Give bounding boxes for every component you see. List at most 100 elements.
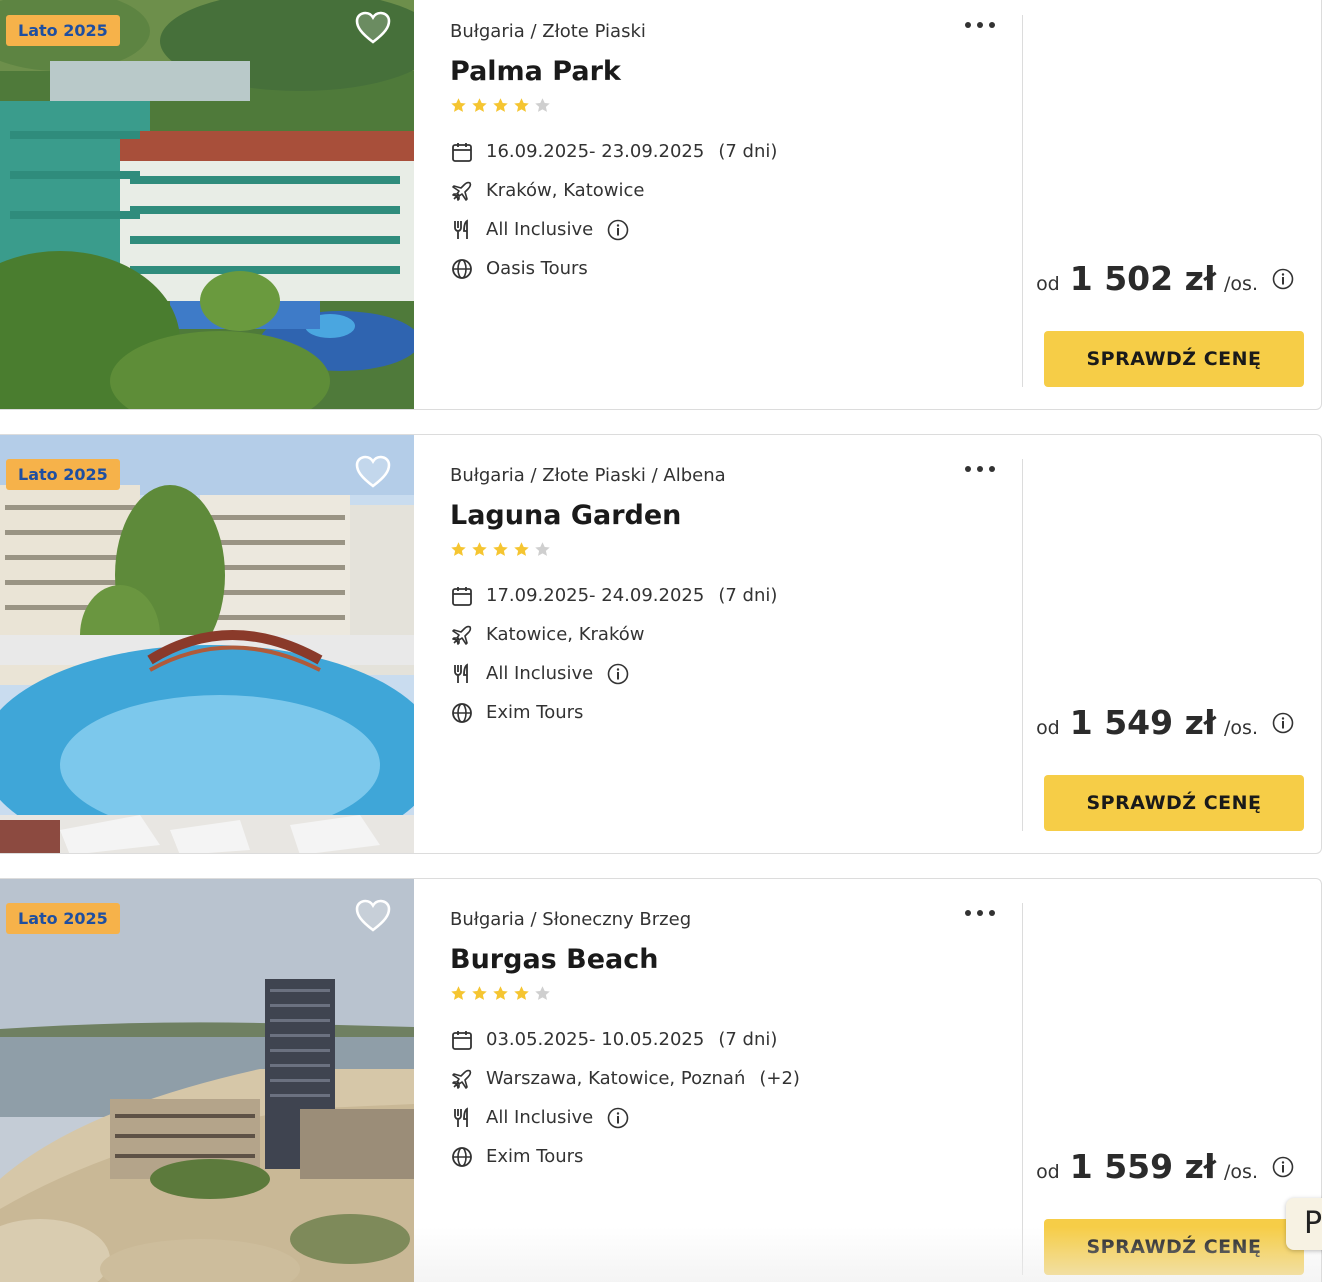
hotel-title[interactable]: Palma Park: [450, 56, 988, 87]
departures-more[interactable]: (+2): [759, 1068, 800, 1089]
board-row: All Inclusive: [450, 654, 988, 693]
hotel-aerial-photo: [0, 0, 414, 409]
star-icon: [535, 542, 550, 556]
hotel-photo[interactable]: Lato 2025: [0, 435, 414, 853]
info-icon[interactable]: [607, 1107, 629, 1129]
price-amount: 1 559 zł: [1069, 1147, 1217, 1186]
dates-text: 17.09.2025- 24.09.2025: [486, 585, 705, 606]
star-icon: [535, 986, 550, 1000]
price-suffix: /os.: [1224, 717, 1258, 739]
hotel-photo[interactable]: Lato 2025: [0, 0, 414, 409]
star-rating: [450, 97, 988, 114]
star-rating: [450, 985, 988, 1002]
star-icon: [451, 98, 466, 112]
operator-text: Exim Tours: [486, 1146, 584, 1167]
price-prefix: od: [1036, 717, 1060, 739]
price-amount: 1 502 zł: [1069, 259, 1217, 298]
price-suffix: /os.: [1224, 1161, 1258, 1183]
dates-row: 03.05.2025- 10.05.2025 (7 dni): [450, 1020, 988, 1059]
plane-icon: [452, 181, 472, 201]
price: od 1 502 zł /os.: [1036, 259, 1294, 298]
offer-info: Bułgaria / Słoneczny Brzeg Burgas Beach …: [414, 879, 1024, 1282]
heart-icon[interactable]: [355, 11, 391, 45]
divider: [1022, 903, 1023, 1275]
info-icon[interactable]: [1272, 712, 1294, 734]
info-icon[interactable]: [1272, 1156, 1294, 1178]
departures-text: Warszawa, Katowice, Poznań: [486, 1068, 746, 1089]
floating-widget-button[interactable]: P: [1286, 1198, 1322, 1250]
check-price-button[interactable]: SPRAWDŹ CENĘ: [1044, 1219, 1304, 1275]
more-dots-icon[interactable]: [964, 907, 996, 919]
hotel-photo[interactable]: Lato 2025: [0, 879, 414, 1282]
star-icon: [493, 98, 508, 112]
more-dots-icon[interactable]: [964, 463, 996, 475]
plane-icon: [452, 1069, 472, 1089]
season-badge: Lato 2025: [6, 903, 120, 934]
operator-row: Exim Tours: [450, 1137, 988, 1176]
board-text: All Inclusive: [486, 1107, 594, 1128]
check-price-button[interactable]: SPRAWDŹ CENĘ: [1044, 331, 1304, 387]
board-text: All Inclusive: [486, 663, 594, 684]
duration-text: (7 dni): [718, 1029, 778, 1050]
hotel-beach-photo: [0, 879, 414, 1282]
breadcrumb[interactable]: Bułgaria / Słoneczny Brzeg: [450, 909, 988, 930]
star-icon: [514, 98, 529, 112]
info-icon[interactable]: [607, 219, 629, 241]
price-amount: 1 549 zł: [1069, 703, 1217, 742]
divider: [1022, 459, 1023, 831]
departures-text: Katowice, Kraków: [486, 624, 645, 645]
duration-text: (7 dni): [718, 585, 778, 606]
globe-icon: [452, 702, 472, 723]
calendar-icon: [452, 586, 472, 606]
star-icon: [493, 542, 508, 556]
departures-row: Katowice, Kraków: [450, 615, 988, 654]
price-box: od 1 559 zł /os. SPRAWDŹ CENĘ: [1024, 879, 1321, 1282]
cutlery-icon: [454, 662, 468, 683]
price-suffix: /os.: [1224, 273, 1258, 295]
season-badge: Lato 2025: [6, 15, 120, 46]
offer-card-palma-park[interactable]: Lato 2025 Bułgaria / Złote Piaski Palma …: [0, 0, 1322, 410]
star-icon: [451, 542, 466, 556]
plane-icon: [452, 625, 472, 645]
offer-info: Bułgaria / Złote Piaski Palma Park 16.09…: [414, 0, 1024, 409]
price-box: od 1 502 zł /os. SPRAWDŹ CENĘ: [1024, 0, 1321, 409]
departures-row: Warszawa, Katowice, Poznań (+2): [450, 1059, 988, 1098]
operator-row: Oasis Tours: [450, 249, 988, 288]
dates-row: 17.09.2025- 24.09.2025 (7 dni): [450, 576, 988, 615]
price-prefix: od: [1036, 273, 1060, 295]
operator-row: Exim Tours: [450, 693, 988, 732]
hotel-title[interactable]: Laguna Garden: [450, 500, 988, 531]
heart-icon[interactable]: [355, 899, 391, 933]
breadcrumb[interactable]: Bułgaria / Złote Piaski / Albena: [450, 465, 988, 486]
more-dots-icon[interactable]: [964, 19, 996, 31]
star-icon: [451, 986, 466, 1000]
price-prefix: od: [1036, 1161, 1060, 1183]
star-rating: [450, 541, 988, 558]
price: od 1 549 zł /os.: [1036, 703, 1294, 742]
globe-icon: [452, 1146, 472, 1167]
globe-icon: [452, 258, 472, 279]
hotel-title[interactable]: Burgas Beach: [450, 944, 988, 975]
board-row: All Inclusive: [450, 1098, 988, 1137]
operator-text: Exim Tours: [486, 702, 584, 723]
offer-card-laguna-garden[interactable]: Lato 2025 Bułgaria / Złote Piaski / Albe…: [0, 434, 1322, 854]
divider: [1022, 15, 1023, 387]
info-icon[interactable]: [1272, 268, 1294, 290]
offer-info: Bułgaria / Złote Piaski / Albena Laguna …: [414, 435, 1024, 853]
calendar-icon: [452, 142, 472, 162]
breadcrumb[interactable]: Bułgaria / Złote Piaski: [450, 21, 988, 42]
offer-card-burgas-beach[interactable]: Lato 2025 Bułgaria / Słoneczny Brzeg Bur…: [0, 878, 1322, 1282]
departures-text: Kraków, Katowice: [486, 180, 645, 201]
dates-text: 16.09.2025- 23.09.2025: [486, 141, 705, 162]
dates-row: 16.09.2025- 23.09.2025 (7 dni): [450, 132, 988, 171]
heart-icon[interactable]: [355, 455, 391, 489]
star-icon: [472, 542, 487, 556]
calendar-icon: [452, 1030, 472, 1050]
price: od 1 559 zł /os.: [1036, 1147, 1294, 1186]
dates-text: 03.05.2025- 10.05.2025: [486, 1029, 705, 1050]
info-icon[interactable]: [607, 663, 629, 685]
star-icon: [493, 986, 508, 1000]
star-icon: [535, 98, 550, 112]
star-icon: [472, 986, 487, 1000]
check-price-button[interactable]: SPRAWDŹ CENĘ: [1044, 775, 1304, 831]
